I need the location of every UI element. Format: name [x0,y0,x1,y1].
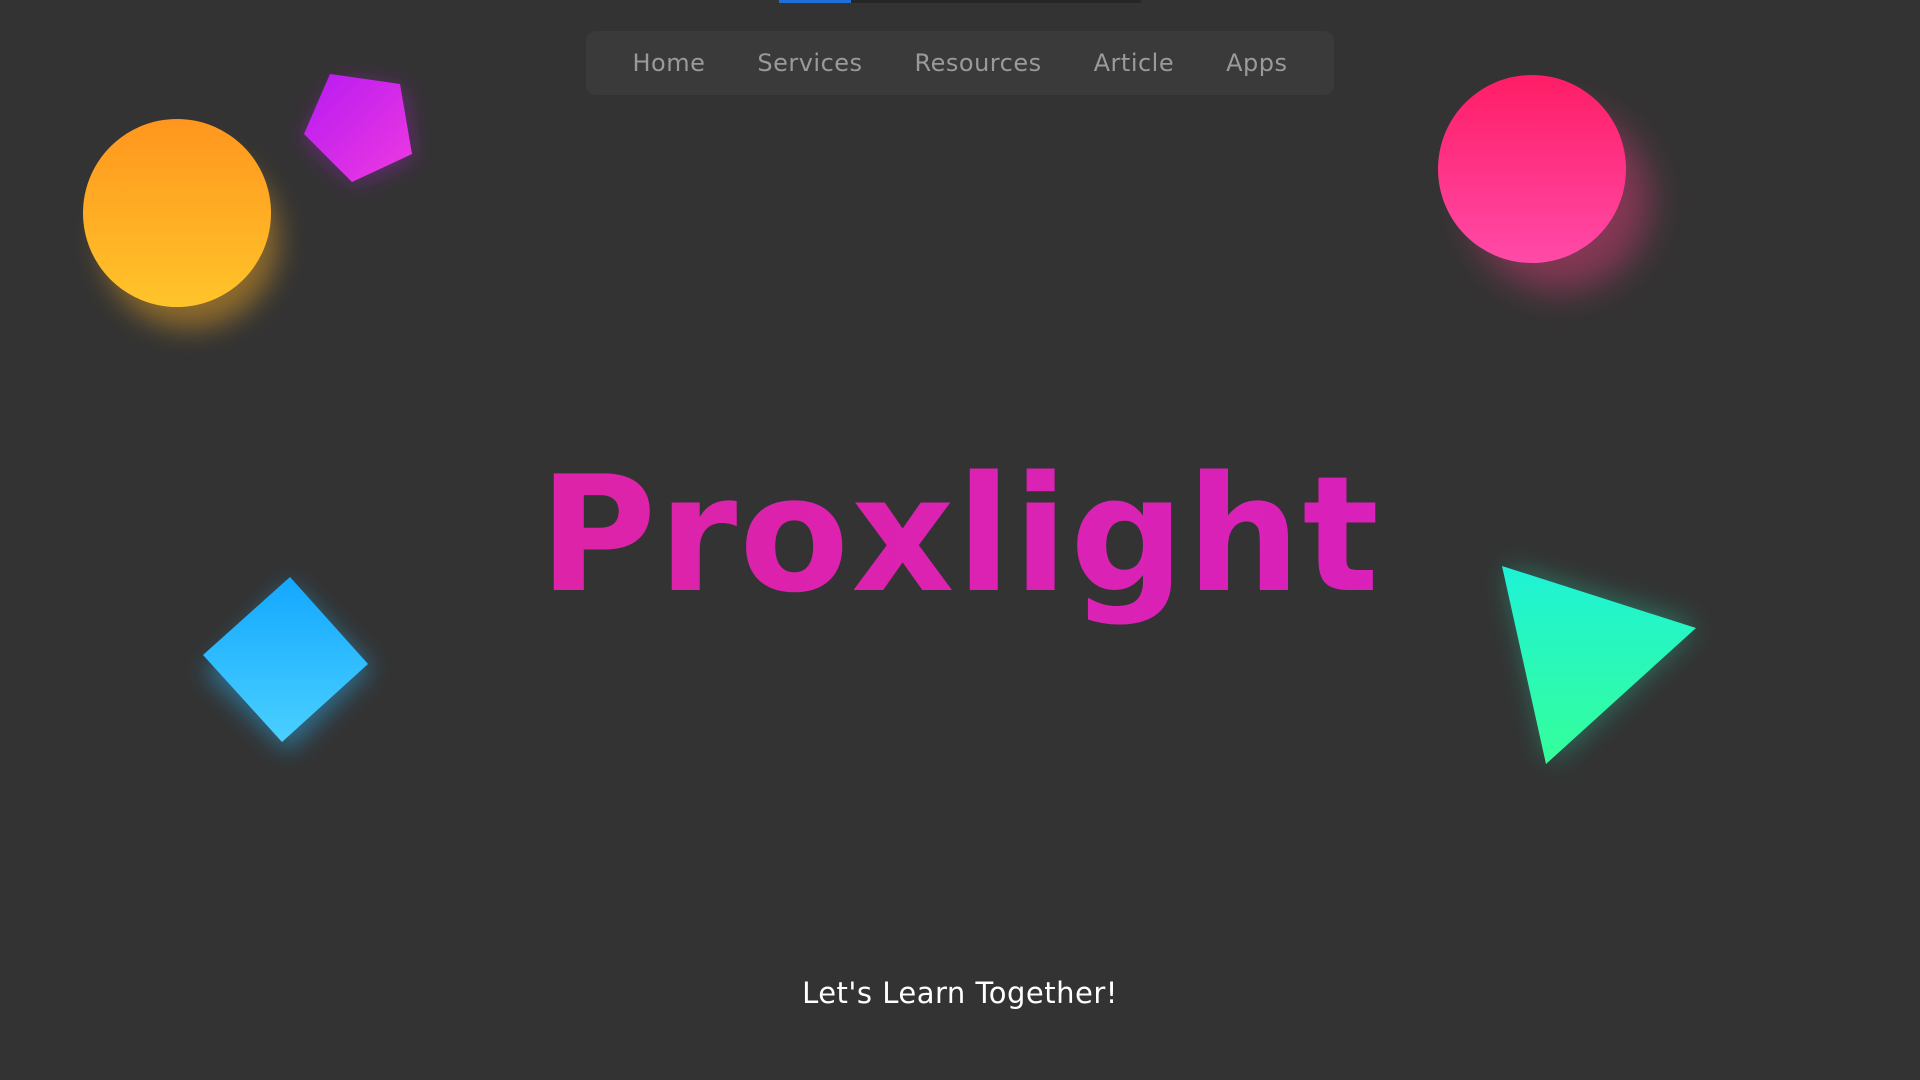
hero-tagline: Let's Learn Together! [802,976,1118,1010]
nav-link-home[interactable]: Home [632,49,705,77]
orange-circle-shape [60,100,300,340]
navbar: Home Services Resources Article Apps [586,31,1334,95]
top-progress-fill [779,0,852,3]
nav-link-apps[interactable]: Apps [1226,49,1287,77]
nav-link-resources[interactable]: Resources [915,49,1042,77]
pink-circle-shape [1420,60,1700,340]
hero-title: Proxlight [0,445,1920,625]
nav-link-article[interactable]: Article [1094,49,1175,77]
page: Home Services Resources Article Apps Pro… [0,0,1920,1080]
nav-link-services[interactable]: Services [757,49,862,77]
purple-pentagon-shape [290,60,450,220]
top-progress-bar [779,0,1141,3]
